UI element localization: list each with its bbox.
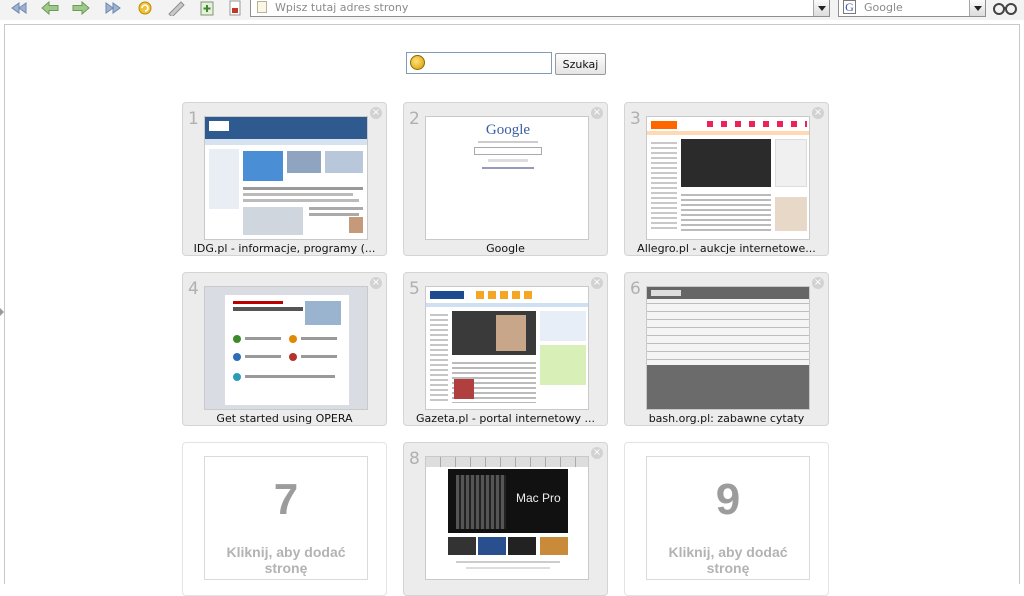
tile-number: 8 [409,449,420,469]
reload-icon[interactable] [134,0,156,16]
search-engine-name: Google [864,1,903,14]
close-icon[interactable]: × [812,277,824,289]
empty-slot-number: 9 [715,475,741,524]
tile-number: 1 [188,109,199,129]
fast-forward-icon[interactable] [102,0,124,16]
close-icon[interactable]: × [591,277,603,289]
search-button[interactable]: Szukaj [555,53,606,75]
google-logo-text: Google [485,122,531,138]
address-input[interactable] [275,0,805,15]
empty-slot-frame: 9 Kliknij, aby dodać stronę [646,456,810,580]
empty-slot-frame: 7 Kliknij, aby dodać stronę [204,456,368,580]
tile-caption: bash.org.pl: zabawne cytaty [648,412,805,425]
bookmark-add-icon[interactable] [196,0,218,16]
tile-caption: Google [486,242,525,255]
thumbnail-google: Google [425,116,589,240]
forward-icon[interactable] [70,0,92,16]
empty-slot-number: 7 [273,475,299,524]
tile-number: 2 [409,109,420,129]
speed-dial-tile-3[interactable]: 3 × Allegro.pl - aukcje internetowe... [624,102,829,256]
speed-dial-tile-8[interactable]: 8 × Mac Pro [403,442,608,596]
tile-number: 5 [409,279,420,299]
rewind-icon[interactable] [8,0,30,16]
tile-number: 3 [630,109,641,129]
browser-toolbar: G Google [0,0,1024,20]
tile-number: 4 [188,279,199,299]
speed-dial-search-input[interactable] [429,55,547,71]
panel-toggle-arrow-icon[interactable] [0,308,4,316]
google-icon: G [843,0,856,14]
page-icon [257,1,267,13]
tile-number: 6 [630,279,641,299]
thumbnail-idg [204,116,368,240]
search-engine-box[interactable]: G Google [838,0,986,17]
close-icon[interactable]: × [591,447,603,459]
close-icon[interactable]: × [812,107,824,119]
speed-dial-tile-9[interactable]: 9 Kliknij, aby dodać stronę [624,442,829,596]
mac-pro-text: Mac Pro [516,491,561,505]
tile-caption: Gazeta.pl - portal internetowy ... [416,412,595,425]
back-icon[interactable] [39,0,61,16]
add-page-label: Kliknij, aby dodać stronę [226,544,346,576]
thumbnail-apple: Mac Pro [425,456,589,580]
glasses-icon[interactable] [992,0,1018,16]
address-bar[interactable] [250,0,830,17]
speed-dial-tile-1[interactable]: 1 × IDG.pl - informacje, programy (... [182,102,387,256]
speed-dial-tile-5[interactable]: 5 × Gazeta.pl - portal internetowy ... [403,272,608,426]
thumbnail-bash [646,286,810,410]
close-icon[interactable]: × [370,277,382,289]
thumbnail-allegro [646,116,810,240]
speed-dial-tile-7[interactable]: 7 Kliknij, aby dodać stronę [182,442,387,596]
close-icon[interactable]: × [591,107,603,119]
tile-caption: IDG.pl - informacje, programy (... [193,242,376,255]
add-page-label: Kliknij, aby dodać stronę [668,544,788,576]
speed-dial-search-field[interactable] [406,52,552,74]
speed-dial-tile-4[interactable]: 4 × Get started using OPERA [182,272,387,426]
speed-dial-tile-2[interactable]: 2 × Google Google [403,102,608,256]
search-engine-icon [410,55,425,70]
close-icon[interactable]: × [370,107,382,119]
tile-caption: Allegro.pl - aukcje internetowe... [637,242,816,255]
search-engine-dropdown-button[interactable] [969,0,985,16]
speed-dial-tile-6[interactable]: 6 × bash.org.pl: zabawne cytaty [624,272,829,426]
tile-caption: Get started using OPERA [216,412,353,425]
address-dropdown-button[interactable] [813,0,829,16]
edit-icon[interactable] [165,0,187,16]
notes-icon[interactable] [224,0,246,16]
thumbnail-gazeta [425,286,589,410]
thumbnail-opera-start [204,286,368,410]
